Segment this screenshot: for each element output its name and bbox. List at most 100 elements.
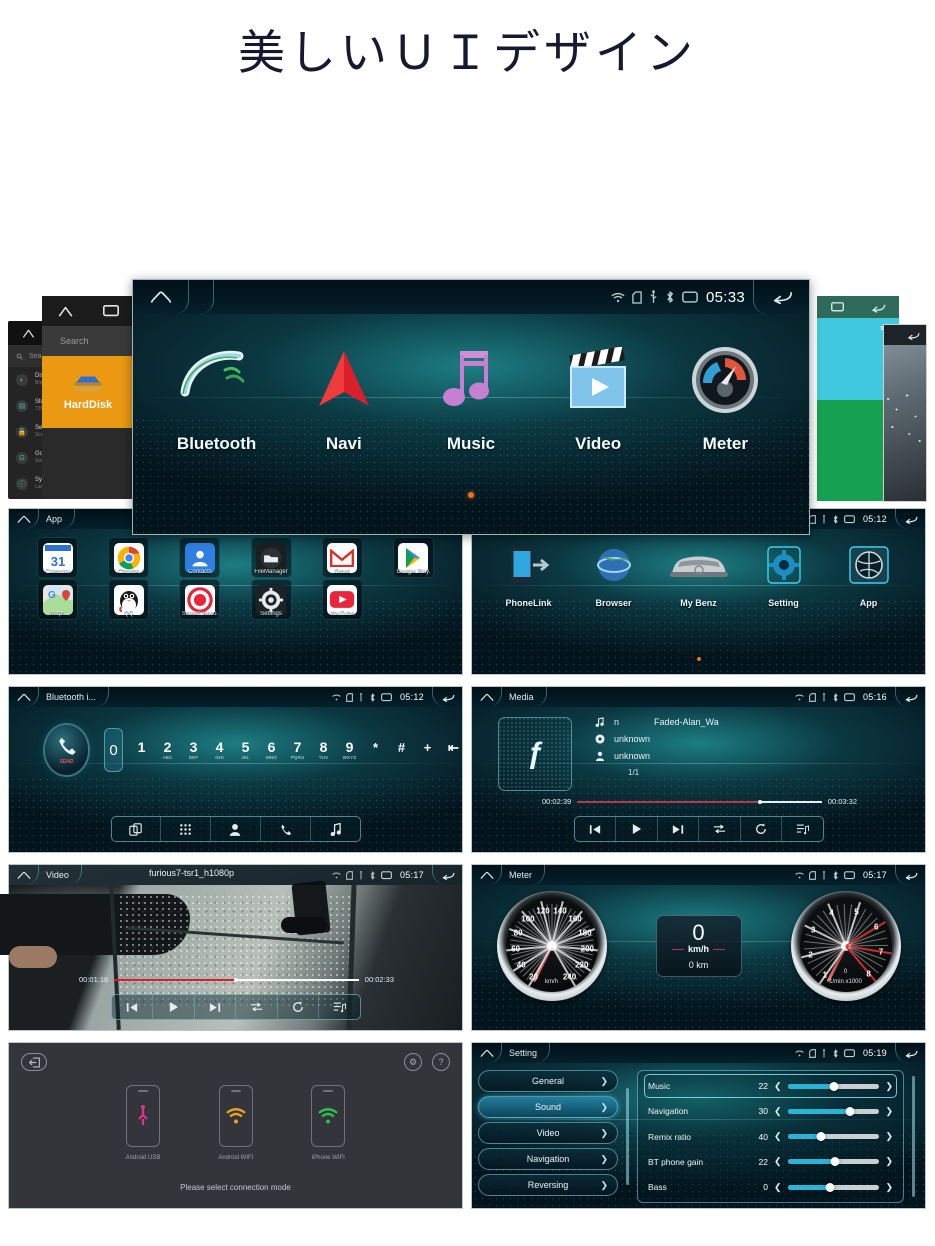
mode-android-usb[interactable]: Android USB: [126, 1085, 160, 1161]
setting-menu-navigation[interactable]: Navigation ❯: [478, 1148, 618, 1170]
slider-row-remix-ratio[interactable]: Remix ratio 40 ❮ ❯: [644, 1125, 897, 1149]
slider-knob[interactable]: [829, 1081, 838, 1091]
dial-entry-field[interactable]: 0: [104, 728, 123, 772]
dial-key-plus[interactable]: +: [419, 740, 436, 755]
help-icon[interactable]: ?: [432, 1053, 450, 1071]
seek-track[interactable]: [577, 799, 822, 804]
page-indicator-dot[interactable]: [468, 492, 474, 498]
home-button[interactable]: [472, 1043, 502, 1063]
settings-icon[interactable]: ⚙: [404, 1053, 422, 1071]
slider-row-music[interactable]: Music 22 ❮ ❯: [644, 1074, 897, 1098]
back-button[interactable]: [895, 509, 925, 529]
next-icon[interactable]: [658, 817, 699, 841]
seek-knob[interactable]: [758, 799, 763, 804]
play-icon[interactable]: [153, 995, 195, 1019]
increase-button[interactable]: ❯: [885, 1106, 893, 1117]
list-scrollbar[interactable]: [912, 1076, 915, 1197]
dial-key[interactable]: 7 PQRS: [289, 740, 306, 761]
decrease-button[interactable]: ❮: [774, 1106, 782, 1117]
mode-iphone-wifi[interactable]: iPhone WIFI: [311, 1085, 346, 1161]
call-log-icon[interactable]: [261, 817, 311, 841]
dial-key[interactable]: 1: [133, 740, 150, 755]
slider-row-bt-phone-gain[interactable]: BT phone gain 22 ❮ ❯: [644, 1150, 897, 1174]
back-button[interactable]: [895, 687, 925, 707]
mode-android-wifi[interactable]: Android WIFI: [218, 1085, 253, 1161]
hero-app-music[interactable]: Music: [416, 338, 526, 454]
home-button[interactable]: [472, 865, 502, 885]
shuffle-icon[interactable]: [236, 995, 278, 1019]
home-button[interactable]: [9, 687, 39, 707]
home-item-my-benz[interactable]: My Benz: [661, 539, 737, 608]
repeat-icon[interactable]: [741, 817, 782, 841]
slider-knob[interactable]: [830, 1157, 840, 1167]
slider-track[interactable]: [787, 1132, 880, 1141]
dial-key[interactable]: 3 DEF: [185, 740, 202, 761]
setting-menu-sound[interactable]: Sound ❯: [478, 1096, 618, 1118]
shuffle-icon[interactable]: [699, 817, 741, 841]
dial-key[interactable]: 9 WXYZ: [341, 740, 358, 761]
home-item-setting[interactable]: Setting: [746, 539, 822, 608]
seek-track[interactable]: [114, 977, 359, 982]
exit-button[interactable]: [21, 1053, 47, 1071]
home-item-browser[interactable]: Browser: [576, 539, 652, 608]
video-seekbar[interactable]: 00:01:16 00:02:33: [79, 975, 394, 984]
prev-icon[interactable]: [112, 995, 153, 1019]
dual-sim-icon[interactable]: [112, 817, 162, 841]
back-button[interactable]: [895, 1043, 925, 1063]
send-call-button[interactable]: SEND: [45, 725, 89, 775]
media-seekbar[interactable]: 00:02:39 00:03:32: [542, 797, 857, 806]
dial-key[interactable]: 5 JKL: [237, 740, 254, 761]
decrease-button[interactable]: ❮: [774, 1156, 782, 1167]
increase-button[interactable]: ❯: [885, 1131, 893, 1142]
home-item-app[interactable]: App: [831, 539, 907, 608]
app-screen-recorder[interactable]: Screen Reco.: [165, 579, 234, 620]
setting-menu-video[interactable]: Video ❯: [478, 1122, 618, 1144]
slider-track[interactable]: [787, 1157, 880, 1167]
play-icon[interactable]: [616, 817, 658, 841]
back-button[interactable]: [432, 865, 462, 885]
back-button[interactable]: [895, 865, 925, 885]
setting-menu-reversing[interactable]: Reversing ❯: [478, 1174, 618, 1196]
slider-knob[interactable]: [825, 1182, 835, 1192]
increase-button[interactable]: ❯: [885, 1081, 893, 1092]
dial-key[interactable]: 2 ABC: [159, 740, 176, 761]
app-filemanager[interactable]: FileManager: [236, 537, 305, 578]
increase-button[interactable]: ❯: [885, 1182, 893, 1193]
decrease-button[interactable]: ❮: [774, 1081, 782, 1092]
app-contacts[interactable]: Contacts: [165, 537, 234, 578]
app-chrome[interactable]: Chrome: [94, 537, 163, 578]
slider-row-bass[interactable]: Bass 0 ❮ ❯: [644, 1175, 897, 1199]
slider-track[interactable]: [787, 1106, 880, 1116]
dialpad-icon[interactable]: [161, 817, 212, 841]
menu-scrollbar[interactable]: [626, 1088, 629, 1185]
back-button[interactable]: [753, 280, 809, 314]
slider-row-navigation[interactable]: Navigation 30 ❮ ❯: [644, 1099, 897, 1123]
harddisk-tile[interactable]: HardDisk: [42, 356, 134, 428]
app-calendar[interactable]: 31 Calendar: [23, 537, 92, 578]
app-google-play[interactable]: Google Play.: [379, 537, 448, 578]
slider-knob[interactable]: [816, 1132, 826, 1141]
increase-button[interactable]: ❯: [885, 1156, 893, 1167]
hero-app-bluetooth[interactable]: Bluetooth: [162, 338, 272, 454]
back-button[interactable]: [432, 687, 462, 707]
app-maps[interactable]: G Maps: [23, 579, 92, 620]
decrease-button[interactable]: ❮: [774, 1131, 782, 1142]
app-settings[interactable]: Settings: [236, 579, 305, 620]
app-gmail[interactable]: Gmail: [308, 537, 377, 578]
slider-knob[interactable]: [845, 1106, 855, 1116]
dial-key[interactable]: 6 MNO: [263, 740, 280, 761]
home-button[interactable]: [9, 865, 39, 885]
repeat-icon[interactable]: [278, 995, 319, 1019]
dial-key-hash[interactable]: #: [393, 740, 410, 755]
home-button[interactable]: [133, 280, 189, 314]
setting-menu-general[interactable]: General ❯: [478, 1070, 618, 1092]
seek-knob[interactable]: [234, 977, 239, 982]
dial-key[interactable]: 8 TUV: [315, 740, 332, 761]
dial-key-star[interactable]: *: [367, 740, 384, 755]
dial-key[interactable]: 4 GHI: [211, 740, 228, 761]
home-item-phonelink[interactable]: PhoneLink: [491, 539, 567, 608]
filemanager-search-field[interactable]: Search: [42, 326, 134, 356]
next-icon[interactable]: [195, 995, 236, 1019]
page-indicator-dot[interactable]: [696, 657, 701, 661]
playlist-icon[interactable]: [319, 995, 360, 1019]
